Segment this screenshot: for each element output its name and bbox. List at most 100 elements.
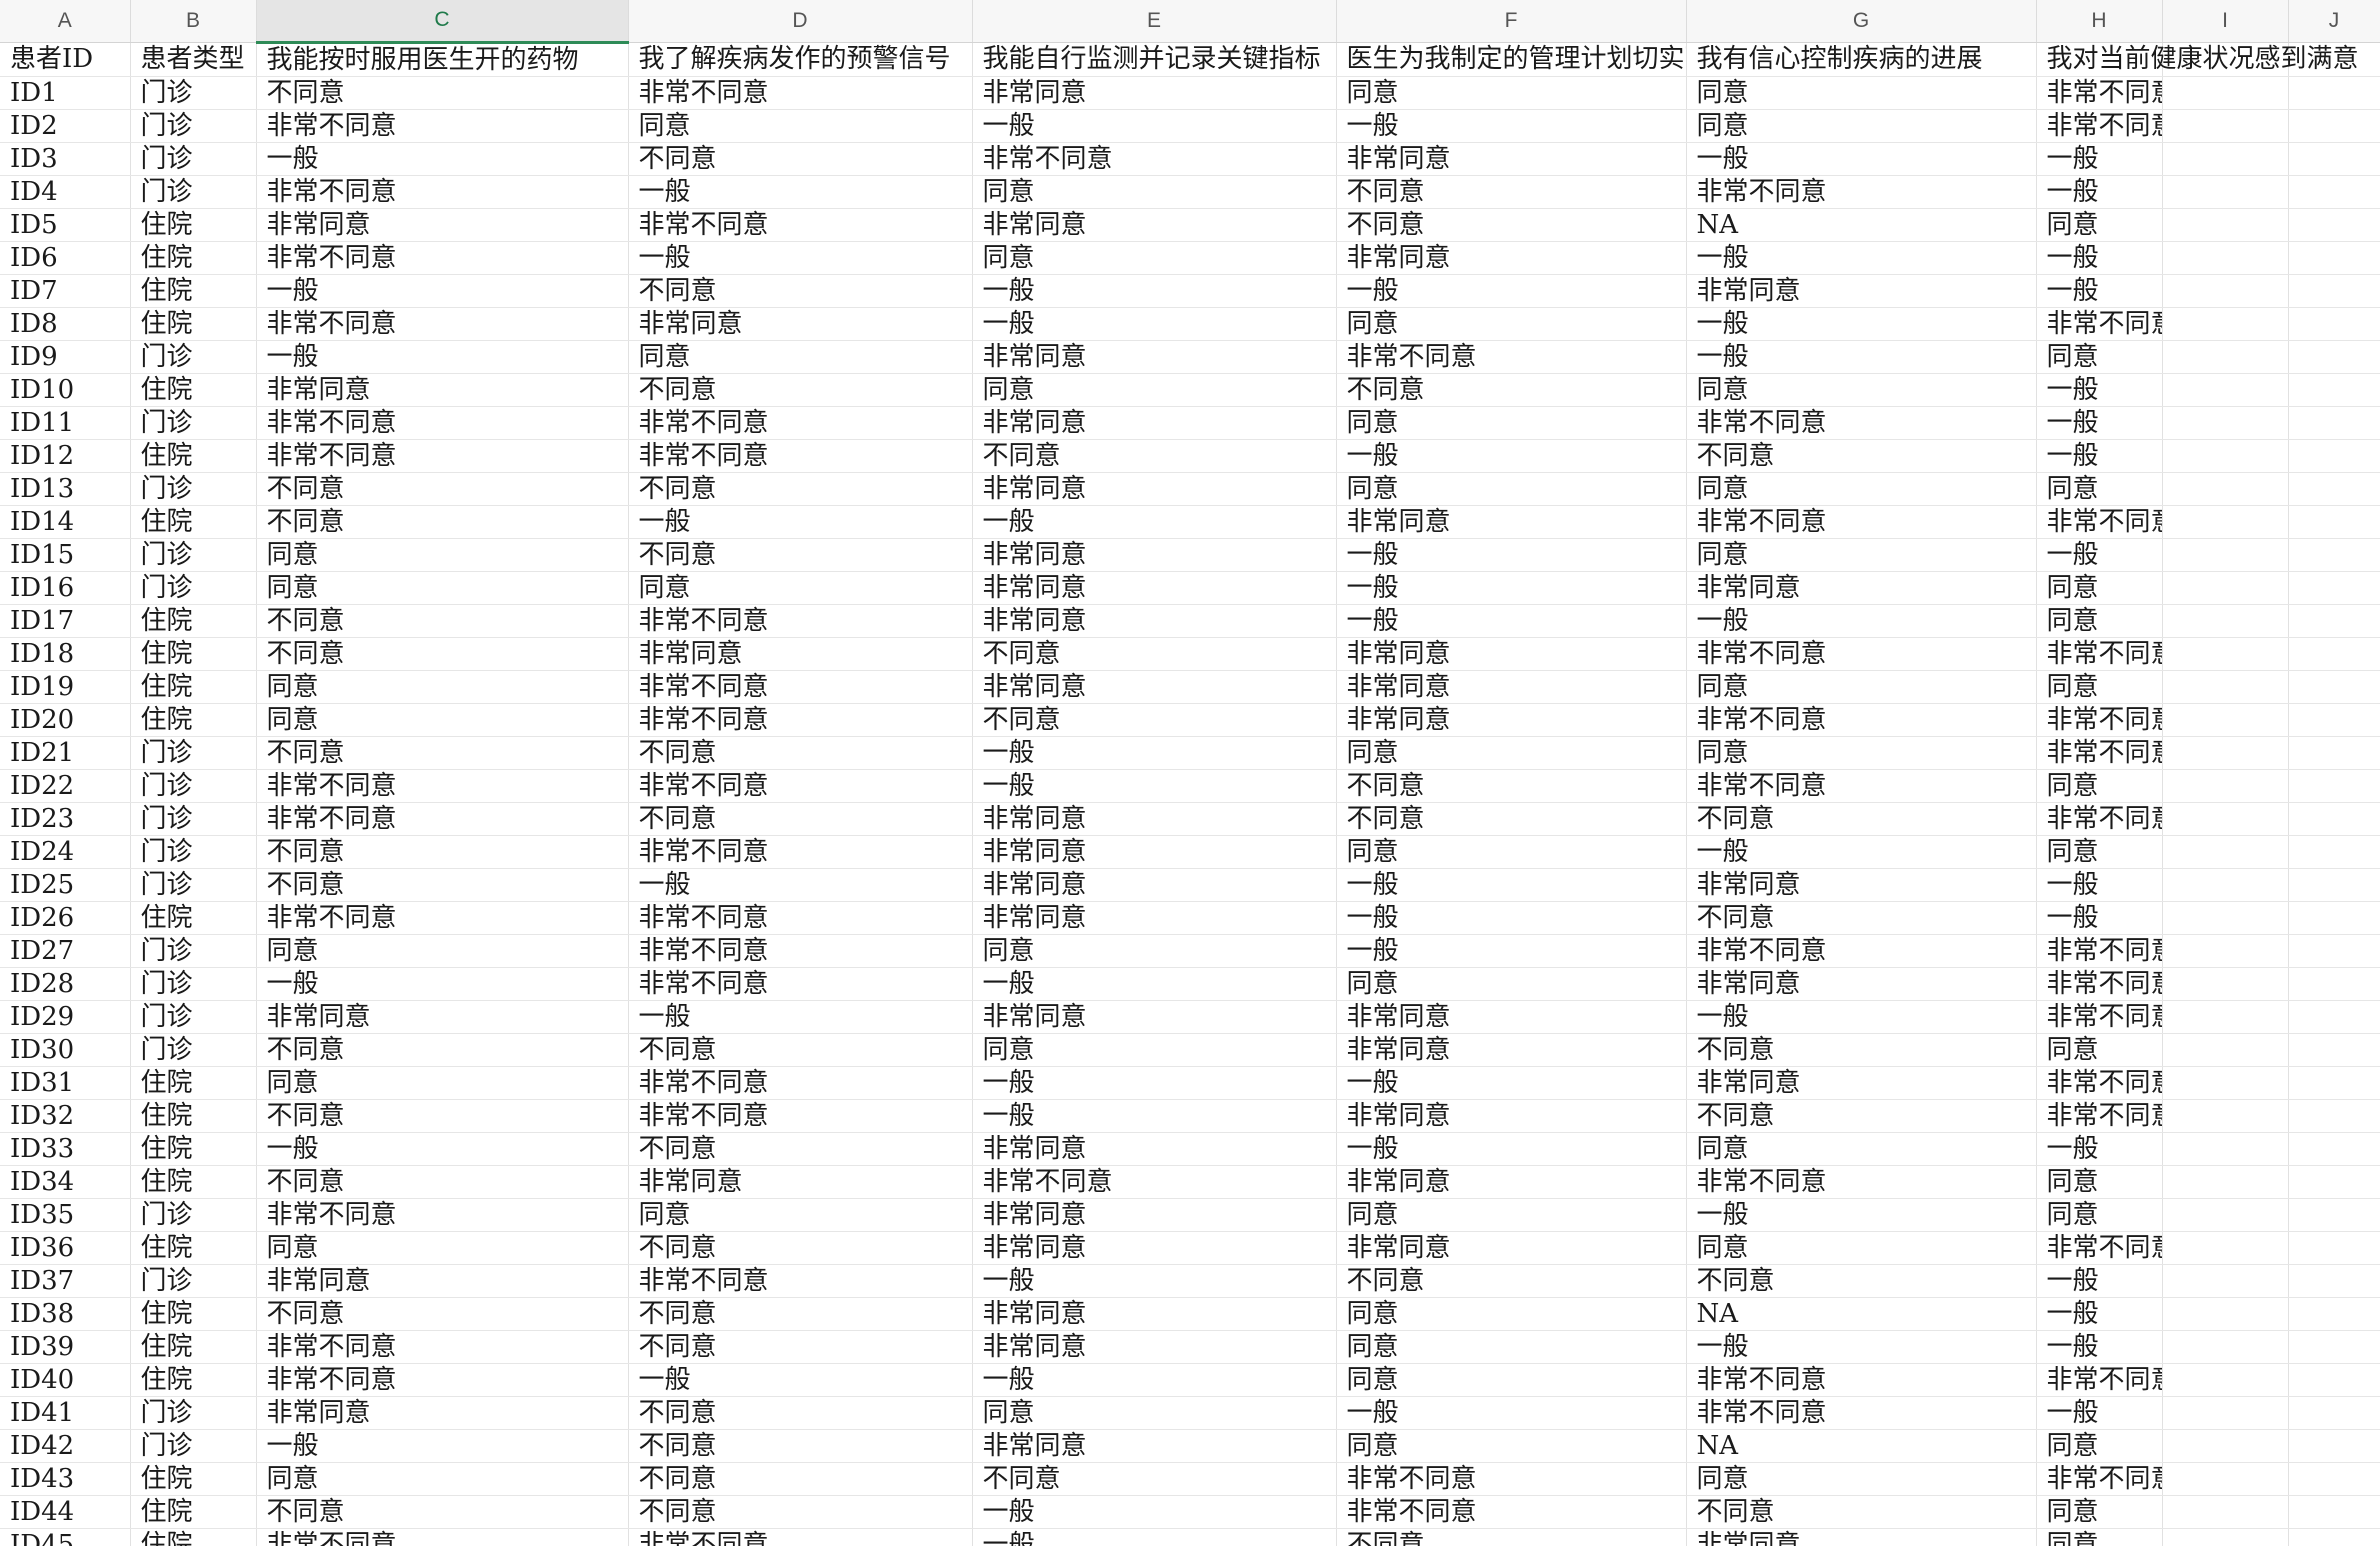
cell-h[interactable]: 非常不同意	[2036, 76, 2163, 110]
cell-h[interactable]: 一般	[2036, 175, 2163, 209]
cell-g[interactable]: 同意	[1686, 1462, 2037, 1496]
cell-e[interactable]: 非常同意	[972, 802, 1337, 836]
cell-h[interactable]: 一般	[2036, 1396, 2163, 1430]
empty-cell[interactable]	[2162, 769, 2289, 803]
cell-b[interactable]: 住院	[130, 373, 257, 407]
header-cell-c[interactable]: 我能按时服用医生开的药物	[256, 42, 629, 77]
cell-f[interactable]: 非常不同意	[1336, 1462, 1687, 1496]
cell-e[interactable]: 一般	[972, 1099, 1337, 1133]
cell-g[interactable]: 非常不同意	[1686, 637, 2037, 671]
cell-a[interactable]: ID1	[0, 76, 131, 110]
cell-a[interactable]: ID10	[0, 373, 131, 407]
cell-a[interactable]: ID4	[0, 175, 131, 209]
cell-e[interactable]: 非常同意	[972, 1330, 1337, 1364]
cell-e[interactable]: 非常同意	[972, 1000, 1337, 1034]
cell-e[interactable]: 一般	[972, 505, 1337, 539]
cell-f[interactable]: 一般	[1336, 538, 1687, 572]
cell-h[interactable]: 同意	[2036, 835, 2163, 869]
cell-g[interactable]: 同意	[1686, 736, 2037, 770]
cell-e[interactable]: 不同意	[972, 637, 1337, 671]
empty-cell[interactable]	[2162, 274, 2289, 308]
empty-cell[interactable]	[2288, 274, 2380, 308]
cell-e[interactable]: 非常同意	[972, 670, 1337, 704]
header-cell-e[interactable]: 我能自行监测并记录关键指标	[972, 42, 1337, 77]
cell-h[interactable]: 同意	[2036, 769, 2163, 803]
cell-h[interactable]: 同意	[2036, 1165, 2163, 1199]
cell-h[interactable]: 一般	[2036, 439, 2163, 473]
cell-e[interactable]: 不同意	[972, 439, 1337, 473]
column-header-g[interactable]: G	[1686, 0, 2037, 43]
cell-g[interactable]: 非常不同意	[1686, 406, 2037, 440]
empty-cell[interactable]	[2162, 1297, 2289, 1331]
empty-cell[interactable]	[2288, 1231, 2380, 1265]
empty-cell[interactable]	[2288, 1495, 2380, 1529]
cell-c[interactable]: 非常不同意	[256, 241, 629, 275]
empty-cell[interactable]	[2288, 538, 2380, 572]
cell-g[interactable]: 不同意	[1686, 901, 2037, 935]
cell-f[interactable]: 一般	[1336, 868, 1687, 902]
empty-cell[interactable]	[2288, 1363, 2380, 1397]
empty-cell[interactable]	[2288, 1462, 2380, 1496]
cell-f[interactable]: 同意	[1336, 406, 1687, 440]
cell-d[interactable]: 同意	[628, 1198, 973, 1232]
empty-cell[interactable]	[2162, 1363, 2289, 1397]
cell-f[interactable]: 一般	[1336, 604, 1687, 638]
cell-g[interactable]: 同意	[1686, 1231, 2037, 1265]
empty-cell[interactable]	[2288, 1264, 2380, 1298]
cell-b[interactable]: 门诊	[130, 769, 257, 803]
header-cell-h[interactable]: 我对当前健康状况感到满意	[2036, 42, 2359, 77]
cell-h[interactable]: 非常不同意	[2036, 736, 2163, 770]
cell-c[interactable]: 非常不同意	[256, 1330, 629, 1364]
empty-cell[interactable]	[2288, 802, 2380, 836]
cell-d[interactable]: 非常同意	[628, 637, 973, 671]
column-header-c[interactable]: C	[256, 0, 629, 44]
cell-c[interactable]: 非常不同意	[256, 769, 629, 803]
cell-f[interactable]: 非常同意	[1336, 142, 1687, 176]
cell-e[interactable]: 不同意	[972, 703, 1337, 737]
cell-c[interactable]: 不同意	[256, 604, 629, 638]
cell-f[interactable]: 一般	[1336, 571, 1687, 605]
cell-e[interactable]: 一般	[972, 1066, 1337, 1100]
cell-a[interactable]: ID14	[0, 505, 131, 539]
empty-cell[interactable]	[2162, 1000, 2289, 1034]
cell-d[interactable]: 一般	[628, 1000, 973, 1034]
cell-d[interactable]: 非常不同意	[628, 703, 973, 737]
empty-cell[interactable]	[2162, 703, 2289, 737]
cell-h[interactable]: 同意	[2036, 1495, 2163, 1529]
cell-b[interactable]: 住院	[130, 274, 257, 308]
cell-f[interactable]: 同意	[1336, 76, 1687, 110]
empty-cell[interactable]	[2162, 1066, 2289, 1100]
cell-g[interactable]: 同意	[1686, 109, 2037, 143]
cell-e[interactable]: 非常同意	[972, 208, 1337, 242]
cell-a[interactable]: ID9	[0, 340, 131, 374]
empty-cell[interactable]	[2162, 637, 2289, 671]
cell-b[interactable]: 门诊	[130, 109, 257, 143]
cell-b[interactable]: 住院	[130, 505, 257, 539]
cell-c[interactable]: 不同意	[256, 1297, 629, 1331]
cell-c[interactable]: 非常不同意	[256, 901, 629, 935]
cell-c[interactable]: 一般	[256, 340, 629, 374]
cell-g[interactable]: 一般	[1686, 1330, 2037, 1364]
cell-e[interactable]: 非常同意	[972, 901, 1337, 935]
cell-h[interactable]: 非常不同意	[2036, 505, 2163, 539]
cell-b[interactable]: 门诊	[130, 868, 257, 902]
cell-g[interactable]: 同意	[1686, 670, 2037, 704]
empty-cell[interactable]	[2162, 1033, 2289, 1067]
empty-cell[interactable]	[2162, 109, 2289, 143]
header-cell-a[interactable]: 患者ID	[0, 42, 131, 77]
cell-a[interactable]: ID6	[0, 241, 131, 275]
empty-cell[interactable]	[2288, 703, 2380, 737]
cell-e[interactable]: 一般	[972, 1528, 1337, 1546]
empty-cell[interactable]	[2162, 967, 2289, 1001]
cell-b[interactable]: 门诊	[130, 175, 257, 209]
cell-b[interactable]: 住院	[130, 1495, 257, 1529]
cell-d[interactable]: 非常不同意	[628, 934, 973, 968]
column-header-j[interactable]: J	[2288, 0, 2380, 43]
cell-f[interactable]: 同意	[1336, 1297, 1687, 1331]
cell-b[interactable]: 住院	[130, 1132, 257, 1166]
cell-h[interactable]: 非常不同意	[2036, 637, 2163, 671]
cell-a[interactable]: ID2	[0, 109, 131, 143]
cell-d[interactable]: 非常不同意	[628, 1528, 973, 1546]
cell-b[interactable]: 住院	[130, 1330, 257, 1364]
empty-cell[interactable]	[2288, 1528, 2380, 1546]
